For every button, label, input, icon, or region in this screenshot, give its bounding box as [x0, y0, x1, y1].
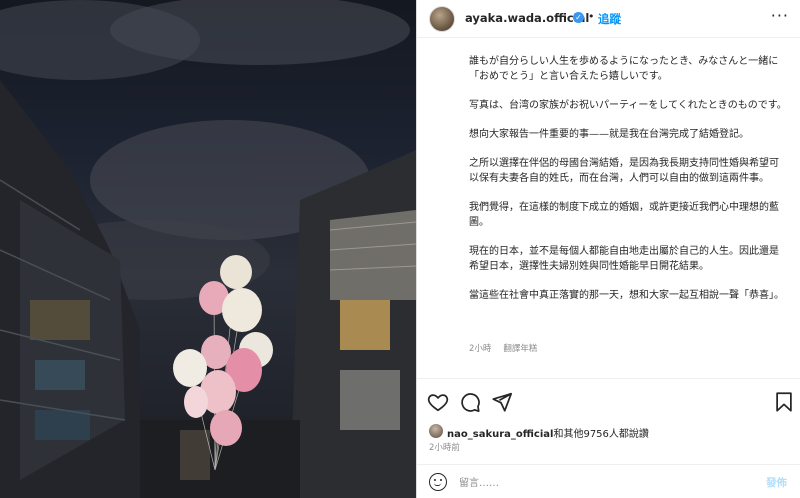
liker-avatar[interactable] — [429, 424, 443, 438]
liker-username[interactable]: nao_sakura_official — [447, 429, 553, 440]
caption-paragraph: 當這些在社會中真正落實的那一天，想和大家一起互相說一聲「恭喜」。 — [469, 290, 784, 301]
post-photo[interactable] — [0, 0, 416, 498]
caption-paragraph: 現在的日本，並不是每個人都能自由地走出屬於自己的人生。因此還是希望日本，選擇性夫… — [469, 246, 779, 272]
comment-input[interactable] — [459, 475, 729, 491]
post-details-panel: ayaka.wada.official ✓ • 追蹤 ··· 誰もが自分らしい人… — [416, 0, 800, 498]
translate-link[interactable]: 翻譯年糕 — [503, 344, 537, 354]
bookmark-icon[interactable] — [773, 391, 795, 413]
share-icon[interactable] — [491, 391, 513, 413]
caption-paragraph: 想向大家報告一件重要的事——就是我在台灣完成了結婚登記。 — [469, 129, 749, 140]
caption-time: 2小時 — [469, 344, 492, 354]
action-bar — [417, 378, 800, 422]
caption-meta: 2小時 翻譯年糕 — [469, 342, 537, 354]
verified-badge-icon: ✓ — [573, 12, 584, 23]
post-comment-button[interactable]: 發佈 — [766, 475, 787, 490]
caption-paragraph: 誰もが自分らしい人生を歩めるようになったとき、みなさんと一緒に「おめでとう」と言… — [469, 56, 779, 82]
emoji-icon[interactable] — [429, 473, 447, 491]
caption-paragraph: 之所以選擇在伴侶的母國台灣結婚，是因為我長期支持同性婚與希望可以保有夫妻各自的姓… — [469, 158, 779, 184]
likes-text[interactable]: nao_sakura_official和其他9756人都說讚 — [447, 425, 649, 440]
caption-paragraph: 写真は、台湾の家族がお祝いパーティーをしてくれたときのものです。 — [469, 100, 787, 111]
more-options-icon[interactable]: ··· — [771, 6, 789, 25]
profile-avatar[interactable] — [429, 6, 455, 32]
comment-icon[interactable] — [459, 391, 481, 413]
likes-count-text[interactable]: 和其他9756人都說讚 — [553, 429, 648, 440]
night-sky-balloons-image — [0, 0, 416, 498]
post-header: ayaka.wada.official ✓ • 追蹤 ··· — [417, 0, 800, 38]
post-timestamp: 2小時前 — [429, 443, 460, 453]
caption-paragraph: 我們覺得，在這樣的制度下成立的婚姻，或許更接近我們心中理想的藍圖。 — [469, 202, 779, 228]
follow-button[interactable]: 追蹤 — [598, 11, 621, 27]
separator-dot: • — [588, 10, 595, 23]
comment-bar: 發佈 — [417, 464, 800, 498]
username-link[interactable]: ayaka.wada.official — [465, 11, 589, 25]
post-caption: 誰もが自分らしい人生を歩めるようになったとき、みなさんと一緒に「おめでとう」と言… — [469, 54, 787, 317]
heart-icon[interactable] — [427, 391, 449, 413]
